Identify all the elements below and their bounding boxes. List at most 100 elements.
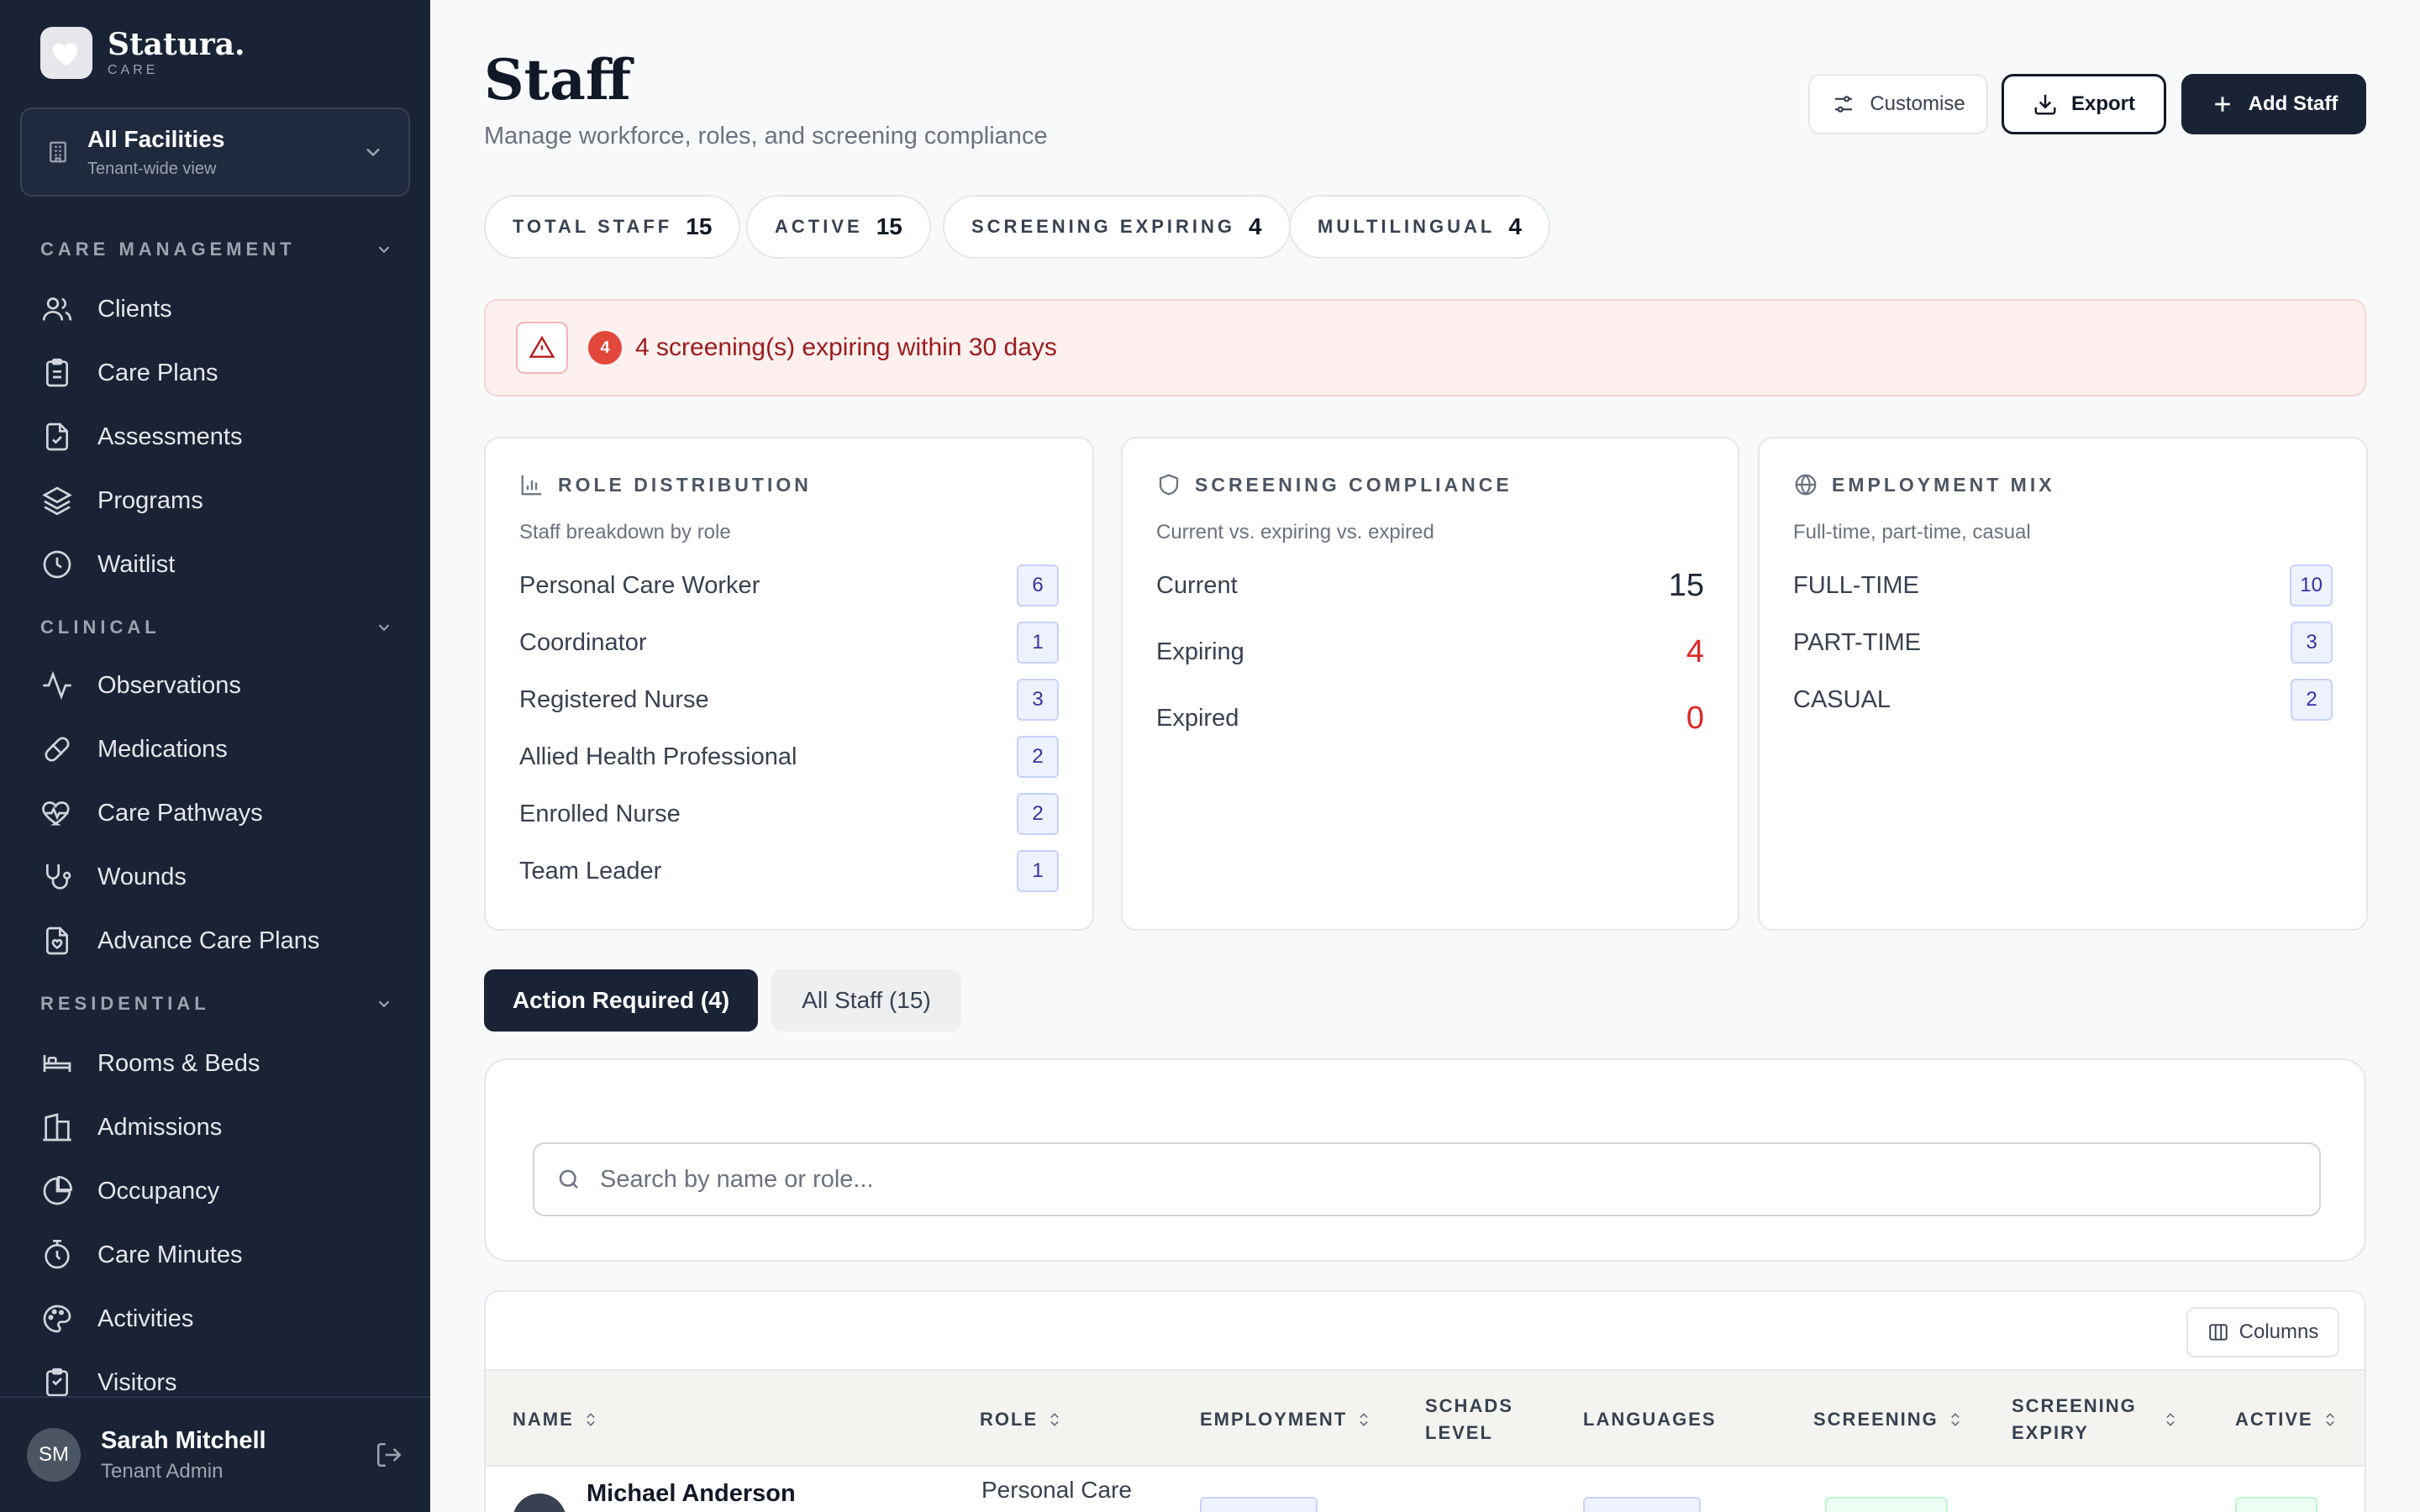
row-label: Expired bbox=[1156, 705, 1239, 732]
section-label: CLINICAL bbox=[40, 617, 160, 638]
bar-chart-icon bbox=[521, 475, 542, 496]
pie-chart-icon bbox=[43, 1175, 73, 1205]
header-active[interactable]: ACTIVE bbox=[2235, 1371, 2338, 1468]
count-badge: 2 bbox=[1017, 736, 1059, 778]
stat-screening-expiring: SCREENING EXPIRING 4 bbox=[943, 195, 1291, 259]
table-row[interactable]: Michael Anderson Personal Care bbox=[486, 1467, 2365, 1512]
header-name[interactable]: NAME bbox=[513, 1371, 599, 1468]
user-name: Sarah Mitchell bbox=[101, 1426, 266, 1454]
sort-icon bbox=[587, 1413, 595, 1426]
count-badge: 6 bbox=[1017, 564, 1059, 606]
sidebar-item-wounds[interactable]: Wounds bbox=[40, 856, 187, 898]
sidebar-item-occupancy[interactable]: Occupancy bbox=[40, 1170, 219, 1212]
header-role[interactable]: ROLE bbox=[980, 1371, 1063, 1468]
section-label: CARE MANAGEMENT bbox=[40, 239, 296, 260]
user-profile: SM Sarah Mitchell Tenant Admin bbox=[0, 1396, 430, 1512]
employment-chip bbox=[1200, 1497, 1318, 1512]
brand[interactable]: Statura. CARE bbox=[40, 27, 245, 79]
sliders-icon bbox=[1835, 96, 1853, 113]
chevron-down-icon bbox=[378, 1000, 390, 1008]
card-title: SCREENING COMPLIANCE bbox=[1156, 472, 1704, 497]
employment-row: PART-TIME 3 bbox=[1793, 622, 2333, 664]
alert-text: 4 screening(s) expiring within 30 days bbox=[635, 333, 1057, 361]
sidebar-item-rooms-beds[interactable]: Rooms & Beds bbox=[40, 1042, 260, 1084]
card-subtitle: Full-time, part-time, casual bbox=[1793, 521, 2031, 543]
header-employment[interactable]: EMPLOYMENT bbox=[1200, 1371, 1372, 1468]
sidebar-item-medications[interactable]: Medications bbox=[40, 728, 228, 770]
search-icon bbox=[559, 1169, 578, 1189]
row-label: PART-TIME bbox=[1793, 628, 1921, 656]
sidebar-item-admissions[interactable]: Admissions bbox=[40, 1106, 222, 1148]
clock-icon bbox=[43, 550, 71, 579]
row-value: 0 bbox=[1686, 701, 1704, 736]
stat-active: ACTIVE 15 bbox=[746, 195, 931, 259]
logout-icon[interactable] bbox=[375, 1441, 403, 1469]
sidebar-item-label: Advance Care Plans bbox=[97, 927, 320, 954]
export-button[interactable]: Export bbox=[2002, 74, 2166, 134]
staff-name[interactable]: Michael Anderson bbox=[587, 1480, 796, 1508]
avatar[interactable]: SM bbox=[27, 1428, 81, 1482]
sidebar-item-care-pathways[interactable]: Care Pathways bbox=[40, 792, 263, 834]
section-care-management[interactable]: CARE MANAGEMENT bbox=[40, 239, 393, 260]
header-label: NAME bbox=[513, 1409, 574, 1430]
timer-icon bbox=[45, 1240, 70, 1269]
file-check-icon bbox=[46, 423, 68, 451]
sidebar-item-label: Assessments bbox=[97, 423, 243, 450]
employment-row: CASUAL 2 bbox=[1793, 679, 2333, 721]
tab-action-required[interactable]: Action Required (4) bbox=[484, 969, 758, 1032]
sidebar-item-clients[interactable]: Clients bbox=[40, 288, 172, 330]
tab-all-staff[interactable]: All Staff (15) bbox=[771, 969, 961, 1032]
brand-name: Statura. bbox=[108, 27, 245, 62]
row-label: Enrolled Nurse bbox=[519, 800, 681, 827]
card-title: ROLE DISTRIBUTION bbox=[519, 472, 1059, 497]
chevron-down-icon bbox=[366, 148, 380, 157]
row-label: Registered Nurse bbox=[519, 685, 709, 713]
sidebar-item-advance-care-plans[interactable]: Advance Care Plans bbox=[40, 920, 319, 962]
section-residential[interactable]: RESIDENTIAL bbox=[40, 993, 393, 1015]
header-label: SCREENING bbox=[1813, 1409, 1939, 1430]
card-title-text: ROLE DISTRIBUTION bbox=[558, 473, 812, 496]
card-title: EMPLOYMENT MIX bbox=[1793, 472, 2333, 497]
add-staff-button[interactable]: Add Staff bbox=[2181, 74, 2366, 134]
pill-icon bbox=[45, 737, 70, 762]
columns-button[interactable]: Columns bbox=[2186, 1307, 2339, 1357]
bed-icon bbox=[43, 1055, 71, 1072]
card-subtitle: Current vs. expiring vs. expired bbox=[1156, 521, 1434, 543]
sidebar-item-care-minutes[interactable]: Care Minutes bbox=[40, 1234, 242, 1276]
sidebar-item-waitlist[interactable]: Waitlist bbox=[40, 543, 175, 585]
row-label: Allied Health Professional bbox=[519, 743, 797, 770]
stat-value: 4 bbox=[1249, 213, 1262, 239]
header-label: ACTIVE bbox=[2235, 1409, 2313, 1430]
sort-icon bbox=[1050, 1413, 1059, 1426]
search-field[interactable] bbox=[533, 1142, 2321, 1216]
customise-button[interactable]: Customise bbox=[1808, 74, 1988, 134]
sidebar-item-programs[interactable]: Programs bbox=[40, 480, 203, 522]
staff-role: Personal Care bbox=[981, 1477, 1132, 1503]
header-label: LANGUAGES bbox=[1583, 1409, 1717, 1430]
header-screening-expiry[interactable]: SCREENING EXPIRY bbox=[2012, 1371, 2179, 1468]
sidebar-item-label: Care Plans bbox=[97, 359, 218, 386]
page-title: Staff bbox=[484, 47, 632, 113]
search-input[interactable] bbox=[600, 1165, 2297, 1194]
sort-icon bbox=[2325, 1413, 2334, 1426]
row-label: Team Leader bbox=[519, 857, 662, 885]
header-screening[interactable]: SCREENING bbox=[1813, 1371, 1964, 1468]
sidebar-item-observations[interactable]: Observations bbox=[40, 664, 241, 706]
heart-logo-icon bbox=[40, 27, 92, 79]
staff-table: Columns NAME ROLE EMPLOYMENT SCHADS LEVE… bbox=[484, 1290, 2366, 1512]
alert-count-badge: 4 bbox=[588, 331, 622, 365]
facility-title: All Facilities bbox=[87, 125, 225, 152]
row-label: Coordinator bbox=[519, 628, 647, 656]
header-label: SCHADS bbox=[1425, 1395, 1513, 1416]
sidebar-item-activities[interactable]: Activities bbox=[40, 1298, 193, 1340]
screening-compliance-card: SCREENING COMPLIANCE Current vs. expirin… bbox=[1121, 437, 1739, 931]
building-icon bbox=[43, 1113, 71, 1142]
sidebar-item-assessments[interactable]: Assessments bbox=[40, 416, 242, 458]
role-row: Allied Health Professional 2 bbox=[519, 736, 1059, 778]
stat-label: TOTAL STAFF bbox=[513, 216, 673, 237]
row-label: Personal Care Worker bbox=[519, 571, 760, 599]
shield-icon bbox=[1159, 474, 1179, 496]
sidebar-item-care-plans[interactable]: Care Plans bbox=[40, 352, 218, 394]
facility-selector[interactable]: All Facilities Tenant-wide view bbox=[20, 108, 410, 197]
section-clinical[interactable]: CLINICAL bbox=[40, 617, 393, 638]
